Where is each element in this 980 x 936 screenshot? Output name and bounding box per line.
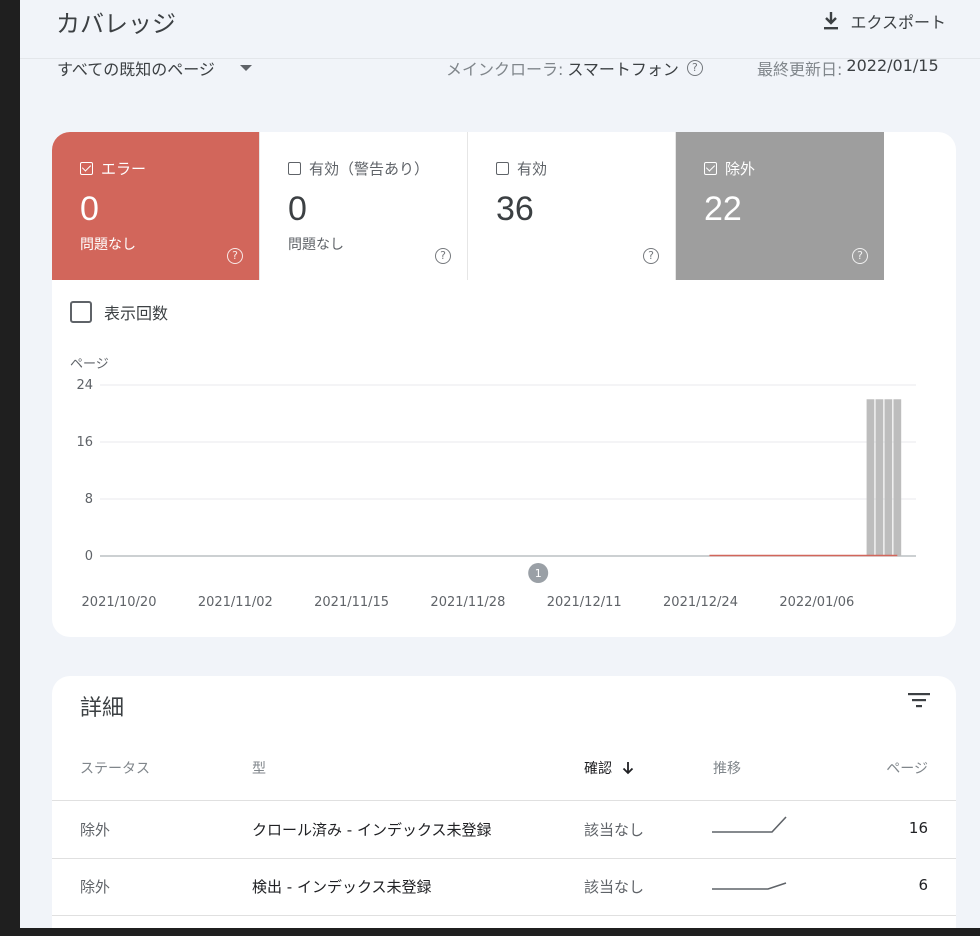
page-filter-value: すべての既知のページ xyxy=(57,60,215,79)
page-filter-dropdown[interactable]: すべての既知のページ xyxy=(57,56,253,80)
filter-icon[interactable] xyxy=(908,692,930,708)
tile-count: 36 xyxy=(496,190,534,228)
help-icon[interactable]: ? xyxy=(435,248,451,264)
tile-label: エラー xyxy=(101,160,147,178)
tile-count: 22 xyxy=(704,190,742,228)
row-verify: 該当なし xyxy=(584,878,645,896)
main-crawler: メインクローラ: スマートフォン ? xyxy=(446,56,703,80)
tile-subtext: 問題なし xyxy=(80,237,136,253)
x-tick-label: 2022/01/06 xyxy=(779,595,854,610)
table-row[interactable]: 除外 クロール済み - インデックス未登録 該当なし 16 xyxy=(52,801,956,859)
checkbox-checked-icon[interactable] xyxy=(80,162,93,175)
col-type[interactable]: 型 xyxy=(252,758,266,778)
impressions-label: 表示回数 xyxy=(104,304,169,323)
tile-valid-warning[interactable]: 有効（警告あり） 0 問題なし ? xyxy=(260,132,468,280)
bar xyxy=(875,399,884,556)
col-status[interactable]: ステータス xyxy=(80,758,150,778)
checkbox-icon[interactable] xyxy=(70,301,92,323)
tile-count: 0 xyxy=(80,190,99,228)
caret-down-icon xyxy=(239,65,252,71)
filter-bar: すべての既知のページ メインクローラ: スマートフォン ? 最終更新日: 202… xyxy=(20,56,980,80)
x-tick-label: 2021/12/11 xyxy=(547,595,622,610)
last-updated: 最終更新日: 2022/01/15 xyxy=(757,56,939,80)
checkbox-icon[interactable] xyxy=(288,162,301,175)
col-pages[interactable]: ページ xyxy=(886,758,928,778)
x-tick-label: 2021/11/15 xyxy=(314,595,389,610)
coverage-report: カバレッジ エクスポート すべての既知のページ メインクローラ: スマートフォン… xyxy=(20,0,980,928)
row-type: クロール済み - インデックス未登録 xyxy=(252,821,492,839)
table-header: ステータス 型 確認 推移 ページ xyxy=(52,744,956,801)
x-tick-label: 2021/12/24 xyxy=(663,595,738,610)
details-title: 詳細 xyxy=(80,696,125,721)
y-axis-label: ページ xyxy=(70,357,109,372)
y-tick-label: 24 xyxy=(76,378,93,393)
crawler-label: メインクローラ: xyxy=(446,60,564,79)
download-icon xyxy=(824,12,839,30)
row-type: 検出 - インデックス未登録 xyxy=(252,878,432,896)
help-icon[interactable]: ? xyxy=(852,248,868,264)
row-verify: 該当なし xyxy=(584,821,645,839)
col-trend[interactable]: 推移 xyxy=(713,758,741,778)
updated-value: 2022/01/15 xyxy=(846,56,939,75)
help-icon[interactable]: ? xyxy=(227,248,243,264)
annotation-label: 1 xyxy=(535,567,542,580)
trend-sparkline xyxy=(712,882,787,890)
y-tick-label: 16 xyxy=(76,435,93,450)
x-tick-label: 2021/11/28 xyxy=(430,595,505,610)
row-status: 除外 xyxy=(80,821,111,839)
tile-subtext: 問題なし xyxy=(288,237,344,253)
row-pages: 6 xyxy=(918,876,928,894)
tile-count: 0 xyxy=(288,190,307,228)
crawler-value: スマートフォン xyxy=(567,60,679,79)
help-icon[interactable]: ? xyxy=(643,248,659,264)
tile-label: 除外 xyxy=(725,160,756,178)
checkbox-checked-icon[interactable] xyxy=(704,162,717,175)
tile-label: 有効 xyxy=(517,160,548,178)
bar xyxy=(884,399,893,556)
tile-error[interactable]: エラー 0 問題なし ? xyxy=(52,132,260,280)
export-button[interactable]: エクスポート xyxy=(822,8,946,34)
arrow-down-icon xyxy=(622,762,634,775)
checkbox-icon[interactable] xyxy=(496,162,509,175)
col-verify[interactable]: 確認 xyxy=(584,758,634,778)
row-pages: 16 xyxy=(908,819,928,837)
x-tick-label: 2021/10/20 xyxy=(82,595,157,610)
bar xyxy=(893,399,902,556)
table-row[interactable]: 除外 検出 - インデックス未登録 該当なし 6 xyxy=(52,858,956,916)
updated-label: 最終更新日: xyxy=(757,60,843,79)
tile-excluded[interactable]: 除外 22 ? xyxy=(676,132,884,280)
trend-sparkline xyxy=(712,816,787,833)
tile-label: 有効（警告あり） xyxy=(309,160,430,178)
y-tick-label: 8 xyxy=(85,492,93,507)
impressions-toggle[interactable]: 表示回数 xyxy=(70,300,168,324)
status-tiles: エラー 0 問題なし ? 有効（警告あり） 0 問題なし ? 有効 36 ? 除… xyxy=(52,132,884,280)
export-label: エクスポート xyxy=(850,13,946,32)
coverage-card: エラー 0 問題なし ? 有効（警告あり） 0 問題なし ? 有効 36 ? 除… xyxy=(52,132,956,637)
y-tick-label: 0 xyxy=(85,549,93,564)
help-icon[interactable]: ? xyxy=(686,60,703,76)
col-verify-label: 確認 xyxy=(584,761,612,777)
page-title: カバレッジ xyxy=(56,10,176,38)
row-status: 除外 xyxy=(80,878,111,896)
details-card: 詳細 ステータス 型 確認 推移 ページ 除外 クロール済み - インデックス未… xyxy=(52,676,956,928)
coverage-chart: ページ 0 8 16 24 2021/10/20 2021/11/02 2021/11/15 2… xyxy=(70,357,916,610)
bar xyxy=(866,399,875,556)
tile-valid[interactable]: 有効 36 ? xyxy=(468,132,676,280)
header-bar: カバレッジ エクスポート xyxy=(20,0,980,59)
x-tick-label: 2021/11/02 xyxy=(198,595,273,610)
